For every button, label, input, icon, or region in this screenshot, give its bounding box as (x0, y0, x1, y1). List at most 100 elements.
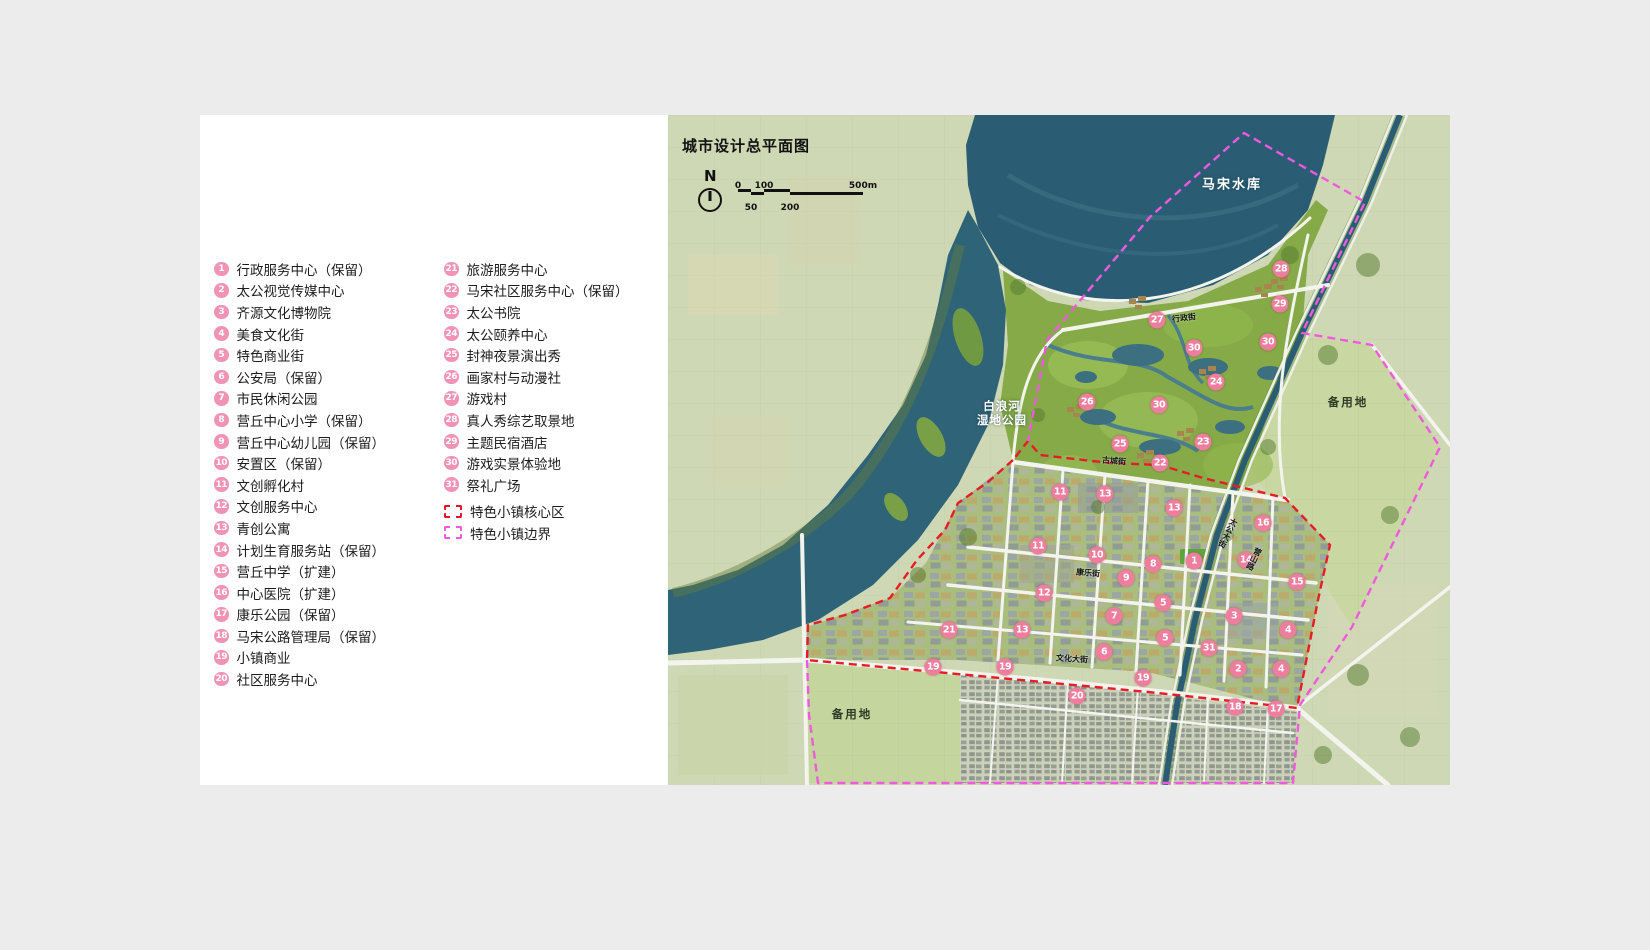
legend-item-number: 7 (214, 391, 229, 406)
legend-item-22: 22马宋社区服务中心（保留） (444, 280, 629, 302)
map-marker-8: 8 (1145, 556, 1162, 573)
plan-sheet: 1行政服务中心（保留）2太公视觉传媒中心3齐源文化博物院4美食文化街5特色商业街… (200, 115, 1450, 785)
legend-item-number: 3 (214, 305, 229, 320)
legend-item-number: 8 (214, 413, 229, 428)
legend-boundary-items: 特色小镇核心区特色小镇边界 (444, 501, 629, 544)
boundary-swatch-icon (444, 526, 462, 539)
map-marker-27: 27 (1149, 312, 1166, 329)
map-marker-21: 21 (941, 622, 958, 639)
legend-item-label: 计划生育服务站（保留） (237, 540, 386, 560)
map-marker-6: 6 (1096, 644, 1113, 661)
map-marker-16: 16 (1255, 515, 1272, 532)
legend-item-12: 12文创服务中心 (214, 496, 385, 518)
legend-item-label: 青创公寓 (237, 518, 291, 538)
north-label: N (704, 167, 717, 185)
legend-item-label: 太公颐养中心 (467, 324, 548, 344)
legend-item-27: 27游戏村 (444, 388, 629, 410)
scale-number: 500m (849, 181, 877, 191)
legend-item-number: 17 (214, 607, 229, 622)
map-marker-7: 7 (1106, 608, 1123, 625)
map-marker-31: 31 (1201, 640, 1218, 657)
map-label: 古城街 (1102, 454, 1127, 467)
legend-item-label: 文创服务中心 (237, 496, 318, 516)
map-marker-13: 13 (1097, 486, 1114, 503)
legend-item-label: 公安局（保留） (237, 367, 332, 387)
legend-item-label: 游戏实景体验地 (467, 453, 562, 473)
map-marker-15: 15 (1289, 574, 1306, 591)
map-marker-26: 26 (1079, 394, 1096, 411)
legend-item-number: 20 (214, 672, 229, 687)
legend-item-31: 31祭礼广场 (444, 474, 629, 496)
map-marker-20: 20 (1069, 688, 1086, 705)
legend-item-26: 26画家村与动漫社 (444, 366, 629, 388)
legend-item-number: 26 (444, 370, 459, 385)
map-marker-28: 28 (1273, 261, 1290, 278)
legend-item-3: 3齐源文化博物院 (214, 301, 385, 323)
legend-item-label: 康乐公园（保留） (237, 604, 345, 624)
legend-item-label: 营丘中心幼儿园（保留） (237, 432, 386, 452)
map-marker-17: 17 (1268, 701, 1285, 718)
scale-number: 200 (781, 203, 800, 213)
legend-item-number: 25 (444, 348, 459, 363)
legend-item-label: 游戏村 (467, 388, 508, 408)
map-marker-24: 24 (1208, 374, 1225, 391)
map-marker-13: 13 (1166, 500, 1183, 517)
map-label: 备用地 (1328, 394, 1369, 410)
legend-item-label: 行政服务中心（保留） (237, 259, 372, 279)
legend-item-11: 11文创孵化村 (214, 474, 385, 496)
map-label: 马宋水库 (1202, 174, 1262, 193)
legend-item-7: 7 市民休闲公园 (214, 388, 385, 410)
legend-item-28: 28真人秀综艺取景地 (444, 409, 629, 431)
map-label: 康乐街 (1076, 566, 1101, 579)
legend-item-number: 30 (444, 456, 459, 471)
legend-item-label: 中心医院（扩建） (237, 583, 345, 603)
legend-item-label: 营丘中学（扩建） (237, 561, 345, 581)
legend-item-number: 19 (214, 650, 229, 665)
legend-item-8: 8营丘中心小学（保留） (214, 409, 385, 431)
legend-item-number: 16 (214, 585, 229, 600)
map-marker-11: 11 (1030, 538, 1047, 555)
legend-item-number: 6 (214, 370, 229, 385)
legend-item-16: 16 中心医院（扩建） (214, 582, 385, 604)
legend-boundary-item-0: 特色小镇核心区 (444, 501, 629, 523)
legend-item-1: 1 行政服务中心（保留） (214, 258, 385, 280)
legend-item-13: 13青创公寓 (214, 517, 385, 539)
legend-item-label: 太公书院 (467, 302, 521, 322)
map-canvas: 城市设计总平面图 N 0100500m50200 282927303024263… (668, 115, 1450, 785)
legend-item-number: 22 (444, 283, 459, 298)
legend-item-number: 21 (444, 262, 459, 277)
map-marker-25: 25 (1112, 436, 1129, 453)
legend-item-label: 市民休闲公园 (237, 388, 318, 408)
legend-item-number: 28 (444, 413, 459, 428)
legend-item-21: 21 旅游服务中心 (444, 258, 629, 280)
legend-item-number: 24 (444, 326, 459, 341)
map-marker-5: 5 (1155, 595, 1172, 612)
legend-item-6: 6 公安局（保留） (214, 366, 385, 388)
map-marker-29: 29 (1272, 296, 1289, 313)
legend-item-19: 19 小镇商业 (214, 647, 385, 669)
scale-number: 100 (755, 181, 774, 191)
legend-item-label: 小镇商业 (237, 647, 291, 667)
legend-item-10: 10安置区（保留） (214, 452, 385, 474)
legend-item-9: 9营丘中心幼儿园（保留） (214, 431, 385, 453)
map-label: 湿地公园 (977, 412, 1027, 428)
legend-item-label: 旅游服务中心 (467, 259, 548, 279)
legend-boundary-label: 特色小镇边界 (470, 523, 551, 543)
legend-item-number: 14 (214, 542, 229, 557)
map-marker-2: 2 (1230, 661, 1247, 678)
legend-panel: 1行政服务中心（保留）2太公视觉传媒中心3齐源文化博物院4美食文化街5特色商业街… (200, 115, 668, 785)
map-art (668, 115, 1450, 785)
legend-item-label: 文创孵化村 (237, 475, 305, 495)
legend-item-number: 15 (214, 564, 229, 579)
legend-item-number: 1 (214, 262, 229, 277)
legend-item-label: 太公视觉传媒中心 (237, 280, 345, 300)
legend-item-4: 4美食文化街 (214, 323, 385, 345)
map-marker-11: 11 (1052, 484, 1069, 501)
legend-item-number: 10 (214, 456, 229, 471)
legend-item-label: 封神夜景演出秀 (467, 345, 562, 365)
map-marker-1: 1 (1186, 553, 1203, 570)
map-marker-18: 18 (1227, 699, 1244, 716)
legend-item-number: 29 (444, 434, 459, 449)
map-marker-4: 4 (1280, 622, 1297, 639)
legend-item-23: 23太公书院 (444, 301, 629, 323)
